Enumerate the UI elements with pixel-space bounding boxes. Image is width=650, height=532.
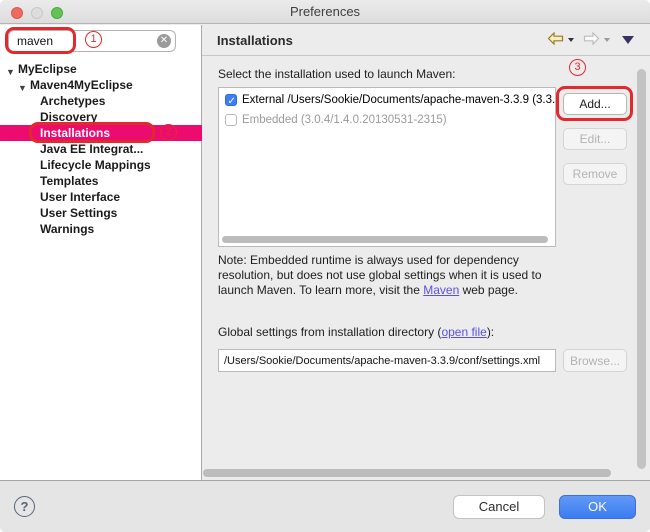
titlebar: Preferences	[0, 0, 650, 24]
forward-history-caret-icon[interactable]	[604, 38, 610, 42]
list-item-embedded-maven[interactable]: Embedded (3.0.4/1.4.0.20130531-2315)	[219, 112, 555, 129]
edit-button[interactable]: Edit...	[563, 128, 627, 150]
global-settings-label: Global settings from installation direct…	[218, 325, 494, 339]
back-arrow-icon[interactable]	[547, 32, 564, 45]
tree-item-label: Lifecycle Mappings	[40, 158, 151, 172]
tree-item-archetypes[interactable]: Archetypes	[0, 93, 202, 109]
tree-item-lifecycle-mappings[interactable]: Lifecycle Mappings	[0, 157, 202, 173]
annotation-circle-2: 2	[160, 124, 177, 141]
preferences-tree: ▼ MyEclipse ▼ Maven4MyEclipse Archetypes…	[0, 61, 202, 237]
list-item-label: External /Users/Sookie/Documents/apache-…	[242, 94, 555, 106]
tree-item-discovery[interactable]: Discovery	[0, 109, 202, 125]
window-title: Preferences	[0, 4, 650, 19]
maven-link[interactable]: Maven	[423, 283, 459, 297]
tree-item-installations[interactable]: Installations 2	[0, 125, 202, 141]
tree-item-label: User Settings	[40, 206, 117, 220]
tree-item-label: Java EE Integrat...	[40, 142, 143, 156]
installations-list: External /Users/Sookie/Documents/apache-…	[218, 87, 556, 247]
list-horizontal-scrollbar[interactable]	[222, 236, 548, 243]
panel-vertical-scrollbar[interactable]	[637, 69, 646, 469]
tree-item-label: Templates	[40, 174, 98, 188]
tree-item-templates[interactable]: Templates	[0, 173, 202, 189]
tree-item-label: User Interface	[40, 190, 120, 204]
tree-item-javaee-integration[interactable]: Java EE Integrat...	[0, 141, 202, 157]
panel-horizontal-scrollbar[interactable]	[203, 469, 611, 477]
settings-path-input[interactable]	[218, 349, 556, 372]
tree-item-user-interface[interactable]: User Interface	[0, 189, 202, 205]
tree-item-label: Installations	[40, 126, 110, 140]
list-item-external-maven[interactable]: External /Users/Sookie/Documents/apache-…	[219, 92, 555, 109]
installations-panel: Installations Select the installation us…	[202, 25, 650, 480]
tree-item-warnings[interactable]: Warnings	[0, 221, 202, 237]
embedded-runtime-note: Note: Embedded runtime is always used fo…	[218, 253, 566, 298]
open-file-link[interactable]: open file	[441, 325, 486, 339]
tree-item-label: Warnings	[40, 222, 94, 236]
help-icon[interactable]: ?	[14, 496, 35, 517]
add-button[interactable]: Add...	[563, 93, 627, 115]
select-installation-label: Select the installation used to launch M…	[218, 67, 455, 81]
list-item-label: Embedded (3.0.4/1.4.0.20130531-2315)	[242, 114, 447, 126]
preferences-window: Preferences ✕ 1 ▼ MyEclipse ▼ Maven4MyEc…	[0, 0, 650, 532]
global-settings-label-text: Global settings from installation direct…	[218, 325, 441, 339]
tree-item-user-settings[interactable]: User Settings	[0, 205, 202, 221]
view-menu-icon[interactable]	[622, 36, 634, 44]
cancel-button[interactable]: Cancel	[453, 495, 545, 519]
tree-item-label: Archetypes	[40, 94, 105, 108]
tree-item-myeclipse[interactable]: ▼ MyEclipse	[0, 61, 202, 77]
tree-item-label: Maven4MyEclipse	[30, 78, 133, 92]
tree-item-maven4myeclipse[interactable]: ▼ Maven4MyEclipse	[0, 77, 202, 93]
ok-button[interactable]: OK	[559, 495, 636, 519]
global-settings-label-suffix: ):	[487, 325, 494, 339]
back-history-caret-icon[interactable]	[568, 38, 574, 42]
search-clear-icon[interactable]: ✕	[157, 34, 171, 48]
annotation-circle-1: 1	[85, 31, 102, 48]
annotation-circle-3: 3	[569, 59, 586, 76]
checkbox-unchecked-icon[interactable]	[225, 114, 237, 126]
dialog-footer: ? Cancel OK	[0, 480, 650, 532]
tree-item-label: MyEclipse	[18, 62, 77, 76]
checkbox-checked-icon[interactable]	[225, 94, 237, 106]
forward-arrow-icon[interactable]	[583, 32, 600, 45]
note-text-after: web page.	[459, 283, 518, 297]
tree-item-label: Discovery	[40, 110, 97, 124]
preferences-sidebar: ✕ 1 ▼ MyEclipse ▼ Maven4MyEclipse Archet…	[0, 25, 202, 480]
page-title: Installations	[217, 33, 293, 48]
browse-button[interactable]: Browse...	[563, 349, 627, 372]
remove-button[interactable]: Remove	[563, 163, 627, 185]
